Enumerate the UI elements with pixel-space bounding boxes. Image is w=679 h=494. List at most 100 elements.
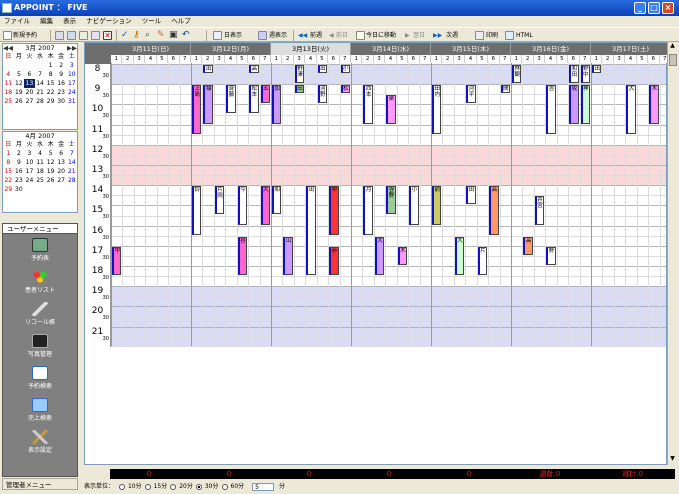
appointment[interactable]: 田 <box>294 85 305 94</box>
appointment[interactable]: 今 <box>237 186 248 225</box>
calendar-day[interactable]: 5 <box>14 70 25 79</box>
day-header[interactable]: 3月15日(木) <box>431 43 511 55</box>
calendar-day[interactable]: 4 <box>35 149 46 158</box>
minimize-button[interactable]: _ <box>634 2 646 14</box>
calendar-day[interactable]: 23 <box>14 176 25 185</box>
undo-icon[interactable]: ↶ <box>182 31 191 40</box>
copy-icon[interactable] <box>79 31 88 40</box>
calendar-day[interactable]: 8 <box>45 70 56 79</box>
trash-icon[interactable]: ▣ <box>169 31 178 40</box>
calendar-day[interactable]: 15 <box>3 167 14 176</box>
appointment[interactable]: 中 <box>112 246 122 276</box>
unit-radio[interactable] <box>221 483 228 490</box>
calendar-day[interactable]: 27 <box>56 176 67 185</box>
calendar-day[interactable]: 20 <box>56 167 67 176</box>
search-icon[interactable]: ⌕ <box>145 31 154 40</box>
calendar-day[interactable]: 11 <box>3 79 14 88</box>
appointment[interactable]: 山 <box>283 236 293 276</box>
unit-radio[interactable] <box>144 483 151 490</box>
calendar-day[interactable]: 9 <box>14 158 25 167</box>
calendar-day[interactable]: 13 <box>56 158 67 167</box>
scroll-down-icon[interactable]: ▼ <box>668 455 677 465</box>
menu-item-schedule[interactable]: 予約表 <box>3 238 77 262</box>
calendar-day[interactable]: 14 <box>66 158 77 167</box>
appointment[interactable]: 大 <box>374 236 385 276</box>
calendar-day[interactable]: 24 <box>66 88 77 97</box>
unit-radio[interactable] <box>195 483 202 490</box>
appointment[interactable]: 野 <box>546 246 556 265</box>
appointment[interactable]: 鈴 <box>192 186 202 235</box>
calendar-day[interactable]: 15 <box>45 79 56 88</box>
calendar-day[interactable]: 10 <box>66 70 77 79</box>
appointment[interactable]: 松本 <box>249 85 259 114</box>
calendar-day[interactable]: 1 <box>45 61 56 70</box>
calendar-day[interactable]: 31 <box>66 97 77 106</box>
menu-tools[interactable]: ツール <box>138 16 166 27</box>
appointment[interactable]: 小 <box>340 65 350 74</box>
calendar-day[interactable]: 6 <box>24 70 35 79</box>
calendar-day[interactable]: 26 <box>14 97 25 106</box>
custom-unit-select[interactable]: 5 <box>252 482 275 491</box>
calendar-day[interactable]: 25 <box>35 176 46 185</box>
appointment[interactable]: 斉藤 <box>226 85 236 114</box>
calendar-day[interactable]: 14 <box>35 79 46 88</box>
calendar-day[interactable]: 26 <box>45 176 56 185</box>
appointment[interactable]: 前 <box>432 186 442 225</box>
appointment[interactable]: 高 <box>489 186 499 235</box>
calendar-day[interactable]: 27 <box>24 97 35 106</box>
appointment[interactable]: 松 <box>340 85 350 94</box>
new-appointment-button[interactable]: 新規予約 <box>13 30 37 41</box>
calendar-day[interactable]: 3 <box>24 149 35 158</box>
calendar-day[interactable]: 19 <box>45 167 56 176</box>
appointment[interactable]: 出 <box>592 65 602 74</box>
appointment[interactable]: 田 <box>466 186 476 205</box>
calendar-day[interactable]: 8 <box>3 158 14 167</box>
appointment[interactable]: 西本 <box>363 85 373 124</box>
calendar-day[interactable]: 29 <box>3 185 14 194</box>
menu-help[interactable]: ヘルプ <box>167 16 195 27</box>
calendar-day[interactable]: 24 <box>24 176 35 185</box>
calendar-day[interactable]: 30 <box>14 185 25 194</box>
week-view-button[interactable]: 週表示 <box>269 30 287 41</box>
menu-edit[interactable]: 編集 <box>36 16 57 27</box>
close-button[interactable]: × <box>662 2 674 14</box>
unit-radio[interactable] <box>170 483 177 490</box>
calendar-day[interactable]: 29 <box>45 97 56 106</box>
day-header[interactable]: 3月14日(水) <box>351 43 431 55</box>
scroll-up-icon[interactable]: ▲ <box>668 42 677 52</box>
appointment[interactable]: 井 宮 <box>534 196 545 225</box>
day-header[interactable]: 3月17日(土) <box>591 43 671 55</box>
appointment[interactable]: 谷野 <box>386 186 396 215</box>
day-header[interactable]: 3月11日(日) <box>111 43 191 55</box>
calendar-day[interactable]: 13 <box>24 79 35 88</box>
appointment[interactable]: 出 <box>203 65 213 74</box>
appointment[interactable]: 片岡 <box>214 186 225 215</box>
key-icon[interactable]: ⚷ <box>133 31 142 40</box>
appointment[interactable]: 神 <box>580 85 590 124</box>
calendar-day[interactable]: 5 <box>45 149 56 158</box>
appointment[interactable]: 五 <box>260 85 270 104</box>
appointment[interactable]: 加 <box>272 85 282 124</box>
calendar-day[interactable]: 2 <box>56 61 67 70</box>
calendar-day[interactable]: 30 <box>56 97 67 106</box>
check-icon[interactable]: ✓ <box>121 31 130 40</box>
appointment[interactable]: 大 <box>626 85 636 134</box>
calendar-day[interactable]: 21 <box>66 167 77 176</box>
paste-icon[interactable] <box>91 31 100 40</box>
appointment[interactable]: 高 <box>523 236 533 255</box>
save-icon[interactable] <box>67 31 76 40</box>
appointment[interactable]: 出 <box>306 186 316 276</box>
scroll-thumb[interactable] <box>669 54 677 66</box>
calendar-day[interactable]: 6 <box>56 149 67 158</box>
unit-radio[interactable] <box>118 483 125 490</box>
calendar-day[interactable]: 22 <box>45 88 56 97</box>
appointment[interactable]: 稲 <box>203 85 213 124</box>
calendar-day[interactable]: 23 <box>56 88 67 97</box>
appointment[interactable]: 大 <box>260 186 270 225</box>
next-day-button[interactable]: 翌日 <box>413 30 425 41</box>
calendar-day[interactable]: 16 <box>14 167 25 176</box>
appointment[interactable]: 月 <box>363 186 373 235</box>
menu-view[interactable]: 表示 <box>59 16 80 27</box>
appointment[interactable]: 河平 <box>466 85 476 104</box>
calendar-day[interactable]: 1 <box>3 149 14 158</box>
